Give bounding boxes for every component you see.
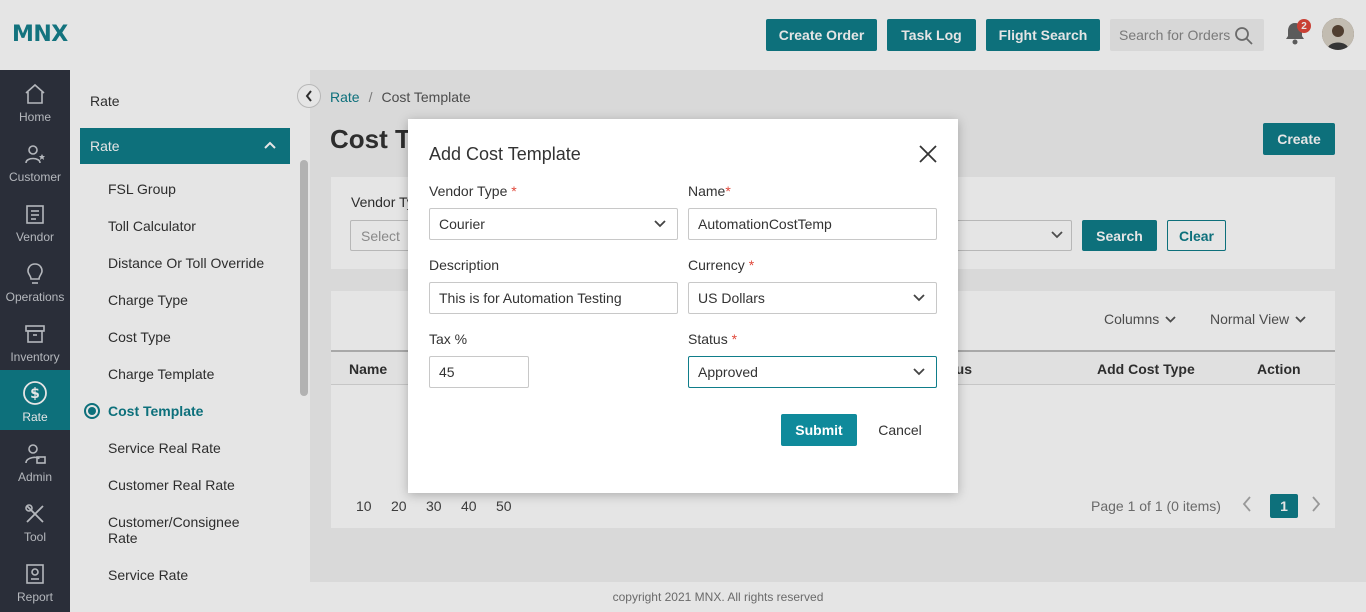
status-label-text: Status [688, 331, 728, 347]
status-select[interactable]: Approved [688, 356, 937, 388]
name-input[interactable]: AutomationCostTemp [688, 208, 937, 240]
required-mark: * [748, 257, 755, 273]
add-cost-template-modal: Add Cost Template Vendor Type * Courier … [408, 119, 958, 493]
close-icon[interactable] [917, 143, 939, 165]
vendor-type-label-text: Vendor Type [429, 183, 508, 199]
chevron-down-icon [913, 368, 925, 376]
vendor-type-select[interactable]: Courier [429, 208, 678, 240]
description-input[interactable]: This is for Automation Testing [429, 282, 678, 314]
description-label: Description [429, 257, 500, 273]
tax-label: Tax % [429, 331, 468, 347]
vendor-type-value: Courier [439, 216, 485, 232]
vendor-type-label: Vendor Type * [429, 183, 517, 199]
name-label: Name* [688, 183, 731, 199]
chevron-down-icon [654, 220, 666, 228]
required-mark: * [511, 183, 517, 199]
currency-select[interactable]: US Dollars [688, 282, 937, 314]
currency-value: US Dollars [698, 290, 765, 306]
tax-input[interactable]: 45 [429, 356, 529, 388]
name-label-text: Name [688, 183, 726, 199]
required-mark: * [725, 183, 731, 199]
cancel-button[interactable]: Cancel [870, 414, 930, 446]
modal-title: Add Cost Template [429, 144, 581, 164]
currency-label-text: Currency [688, 257, 745, 273]
currency-label: Currency * [688, 257, 754, 273]
submit-button[interactable]: Submit [781, 414, 857, 446]
status-value: Approved [698, 364, 758, 380]
chevron-down-icon [913, 294, 925, 302]
required-mark: * [731, 331, 738, 347]
status-label: Status * [688, 331, 737, 347]
